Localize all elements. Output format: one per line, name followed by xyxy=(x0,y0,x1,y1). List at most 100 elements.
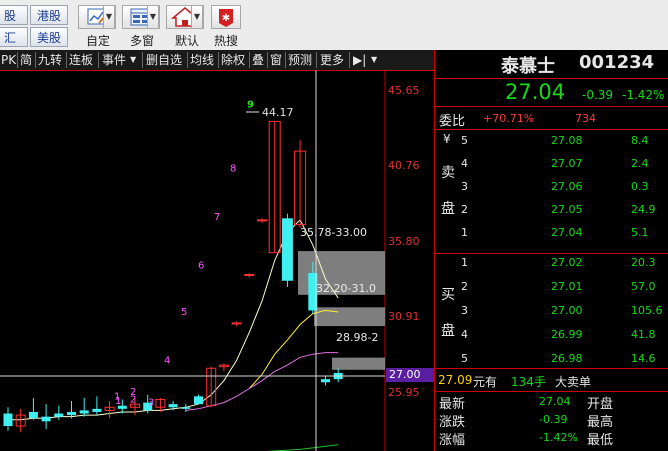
candlestick-chart[interactable]: 1 21 23456789 44.17 35.78-33.00 32.20-31.0… xyxy=(0,70,434,451)
nine-turn-count: 3 xyxy=(148,398,154,409)
last-price: 27.04 xyxy=(505,80,566,104)
order-ratio-row: 委比 +70.71% 734 xyxy=(435,106,668,130)
tab-forecast[interactable]: 预测 xyxy=(288,50,312,70)
events-dropdown-arrow[interactable]: ▼ xyxy=(130,50,136,70)
sell-price[interactable]: 27.05 xyxy=(551,203,583,216)
buy-price[interactable]: 27.01 xyxy=(551,280,583,293)
current-price-marker: 27.00 xyxy=(386,368,434,382)
buy-price[interactable]: 26.98 xyxy=(551,352,583,365)
buy-label-1: 买 xyxy=(441,287,455,303)
nine-turn-count: 1 xyxy=(114,392,120,403)
big-order-label: 大卖单 xyxy=(555,375,592,389)
sell-level: 1 xyxy=(461,226,468,239)
sell-volume: 8.4 xyxy=(631,134,649,147)
zone3-label: 28.98-2 xyxy=(336,331,378,344)
candle-body xyxy=(67,411,76,416)
stat-value: -1.42% xyxy=(539,431,578,444)
order-diff-value: 734 xyxy=(575,112,596,125)
svg-text:✱: ✱ xyxy=(222,13,230,24)
high-price-label: 44.17 xyxy=(262,106,294,119)
big-order-row: 27.09 元有 134手 大卖单 xyxy=(435,368,668,392)
stat-label-2: 开盘 xyxy=(587,397,614,412)
candle-body xyxy=(79,410,89,414)
tab-ex-rights[interactable]: 除权 xyxy=(221,50,245,70)
tab-window[interactable]: 窗 xyxy=(270,50,282,70)
big-order-qty: 134手 xyxy=(511,375,546,389)
sell-label-1: 卖 xyxy=(441,165,455,181)
nine-turn-count: 9 xyxy=(247,99,254,110)
quote-panel: 泰慕士 001234 27.04 -0.39 -1.42% 委比 +70.71%… xyxy=(434,50,668,451)
stat-label-2: 最低 xyxy=(587,433,614,448)
price-tick-5: 25.95 xyxy=(388,386,420,399)
default-label: 默认 xyxy=(175,34,200,48)
sell-price[interactable]: 27.06 xyxy=(551,180,583,193)
hot-search-label: 热搜 xyxy=(214,34,239,48)
chart-tab-bar-right: 叠 窗 预测 更多 ▶| ▼ xyxy=(250,50,434,71)
nine-turn-count: 8 xyxy=(230,164,236,175)
order-ratio-label: 委比 xyxy=(439,114,466,129)
buy-volume: 41.8 xyxy=(631,328,656,341)
zone1-label: 35.78-33.00 xyxy=(300,226,367,239)
price-tick-3: 35.80 xyxy=(388,235,420,248)
multi-window-label: 多窗 xyxy=(130,34,155,48)
multi-window-dropdown-arrow[interactable]: ▼ xyxy=(147,5,159,29)
market-hk-button[interactable]: 港股 xyxy=(30,5,68,25)
buy-volume: 105.6 xyxy=(631,304,663,317)
custom-label: 自定 xyxy=(86,34,111,48)
stock-name: 泰慕士 xyxy=(501,56,555,77)
candle-body xyxy=(257,219,267,222)
buy-label-2: 盘 xyxy=(441,323,455,339)
buy-price[interactable]: 27.02 xyxy=(551,256,583,269)
resistance-zone-3 xyxy=(332,357,385,370)
tab-limit-up-board[interactable]: 连板 xyxy=(69,50,93,70)
tab-events[interactable]: 事件 xyxy=(102,50,126,70)
candle-body xyxy=(41,416,51,422)
market-a-share-button[interactable]: 股 xyxy=(0,5,28,25)
buy-price[interactable]: 26.99 xyxy=(551,328,583,341)
sell-price[interactable]: 27.04 xyxy=(551,226,583,239)
stat-value: -0.39 xyxy=(539,413,568,426)
buy-price[interactable]: 27.00 xyxy=(551,304,583,317)
buy-volume: 20.3 xyxy=(631,256,656,269)
tab-remove-watchlist[interactable]: 删自选 xyxy=(146,50,182,70)
price-tick-1: 45.65 xyxy=(388,84,420,97)
sell-label-2: 盘 xyxy=(441,201,455,217)
candle-body xyxy=(3,413,13,427)
tab-overlay[interactable]: 叠 xyxy=(252,50,264,70)
stat-label-2: 最高 xyxy=(587,415,614,430)
tab-simple[interactable]: 简 xyxy=(20,50,32,70)
buy-level: 2 xyxy=(461,280,468,293)
sell-price[interactable]: 27.08 xyxy=(551,134,583,147)
main-toolbar: 股 港股 汇 美股 ▼ 自定 ▼ 多窗 ▼ 默认 ✱ 热搜 xyxy=(0,0,668,51)
sell-volume: 24.9 xyxy=(631,203,656,216)
candle-body xyxy=(321,379,330,383)
default-dropdown-arrow[interactable]: ▼ xyxy=(191,5,203,29)
stat-label: 涨跌 xyxy=(439,415,466,430)
price-change-pct: -1.42% xyxy=(622,88,665,102)
stock-title-bar: 泰慕士 001234 xyxy=(435,50,668,79)
sell-price[interactable]: 27.07 xyxy=(551,157,583,170)
nine-turn-count: 2 xyxy=(130,387,136,398)
candle-body xyxy=(28,411,38,419)
more-dropdown-arrow[interactable]: ▼ xyxy=(371,50,377,70)
candle-body xyxy=(194,396,203,405)
hot-search-button[interactable]: ✱ xyxy=(211,5,241,29)
buy-volume: 57.0 xyxy=(631,280,656,293)
collapse-arrow-icon[interactable]: ▶| xyxy=(353,50,366,70)
big-order-unit: 元有 xyxy=(473,375,498,389)
stock-code: 001234 xyxy=(579,52,655,73)
stat-value: 27.04 xyxy=(539,395,571,408)
market-fx-button[interactable]: 汇 xyxy=(0,27,28,47)
tab-moving-average[interactable]: 均线 xyxy=(190,50,214,70)
currency-symbol: ¥ xyxy=(443,132,451,146)
buy-level: 3 xyxy=(461,304,468,317)
tab-nine-turn[interactable]: 九转 xyxy=(38,50,62,70)
tab-more[interactable]: 更多 xyxy=(320,50,344,70)
candle-body xyxy=(244,274,255,277)
sell-volume: 5.1 xyxy=(631,226,649,239)
market-us-button[interactable]: 美股 xyxy=(30,27,68,47)
tab-pk[interactable]: PK xyxy=(1,50,16,70)
custom-dropdown-arrow[interactable]: ▼ xyxy=(103,5,115,29)
buy-level: 4 xyxy=(461,328,468,341)
nine-turn-count: 4 xyxy=(164,356,170,367)
